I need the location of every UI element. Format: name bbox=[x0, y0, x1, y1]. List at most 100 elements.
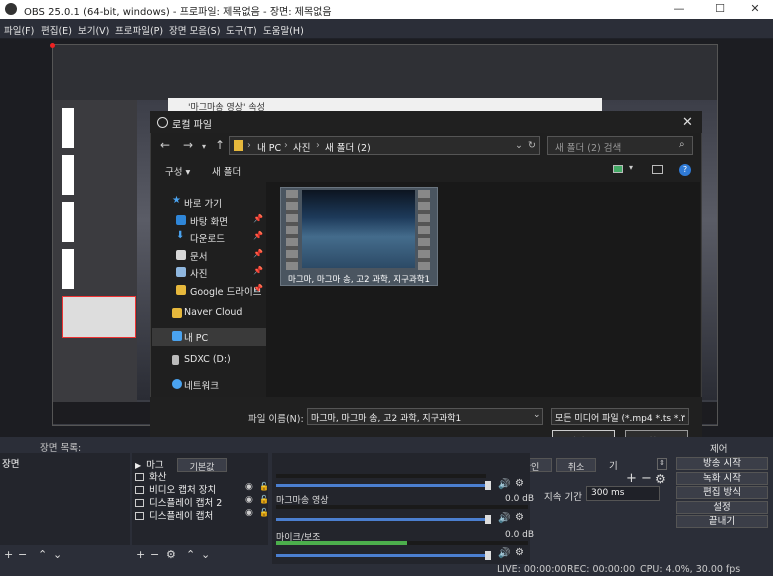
dialog-close-button[interactable]: ✕ bbox=[682, 115, 693, 130]
transition-spinner-icon[interactable]: ⇕ bbox=[657, 458, 667, 470]
menu-file[interactable]: 파일(F) bbox=[4, 23, 34, 37]
duration-input[interactable]: 300 ms bbox=[586, 486, 660, 501]
menu-profile[interactable]: 프로파일(P) bbox=[115, 23, 163, 37]
source-down-icon[interactable]: ⌄ bbox=[201, 548, 210, 561]
mixer-top-meter bbox=[276, 474, 486, 478]
add-scene-icon[interactable]: + bbox=[4, 548, 13, 561]
move-down-icon[interactable]: ⌄ bbox=[53, 548, 62, 561]
window-title: OBS 25.0.1 (64-bit, windows) - 프로파일: 제목없… bbox=[24, 7, 332, 18]
pin-icon[interactable]: 📌 bbox=[253, 231, 263, 240]
nav-quick-access[interactable]: ★ 바로 가기 bbox=[152, 194, 266, 211]
breadcrumb-pictures[interactable]: 사진 bbox=[293, 140, 310, 154]
start-recording-button[interactable]: 녹화 시작 bbox=[676, 472, 768, 485]
preview-pane-icon[interactable] bbox=[652, 165, 663, 174]
nav-google-drive[interactable]: Google 드라이브 📌 bbox=[152, 282, 266, 299]
menu-scene-collection[interactable]: 장면 모음(S) bbox=[169, 23, 220, 37]
nav-this-pc[interactable]: 내 PC bbox=[152, 328, 266, 346]
gear-icon[interactable]: ⚙ bbox=[515, 478, 524, 489]
speaker-icon[interactable]: 🔊 bbox=[498, 513, 510, 524]
scene-item[interactable]: 장면 bbox=[2, 456, 19, 470]
volume-knob[interactable] bbox=[485, 515, 491, 524]
nav-network[interactable]: 네트워크 bbox=[152, 376, 266, 393]
speaker-icon[interactable]: 🔊 bbox=[498, 548, 510, 559]
source-item[interactable]: 비디오 캡처 장치 ◉ 🔓 bbox=[135, 482, 269, 496]
volume-slider[interactable] bbox=[276, 518, 486, 521]
lock-icon[interactable]: 🔓 bbox=[259, 482, 269, 491]
transition-gear-icon[interactable]: ⚙ bbox=[655, 472, 666, 486]
maximize-button[interactable]: ☐ bbox=[705, 2, 735, 17]
recent-chevron-icon[interactable]: ▾ bbox=[202, 142, 206, 151]
source-settings-icon[interactable]: ⚙ bbox=[166, 548, 176, 561]
view-dropdown-icon[interactable]: ▾ bbox=[629, 163, 633, 172]
breadcrumb-this-pc[interactable]: 내 PC bbox=[257, 140, 281, 154]
nav-downloads[interactable]: ⬇ 다운로드 📌 bbox=[152, 229, 266, 246]
remove-transition-icon[interactable]: − bbox=[641, 471, 652, 486]
lock-icon[interactable]: 🔓 bbox=[259, 508, 269, 517]
filetype-dropdown-icon[interactable]: ⌄ bbox=[679, 410, 687, 420]
file-name-label: 마그마, 마그마 송, 고2 과학, 지구과학1 bbox=[288, 275, 430, 285]
add-source-icon[interactable]: + bbox=[136, 548, 145, 561]
nav-pictures[interactable]: 사진 📌 bbox=[152, 264, 266, 281]
folder-icon bbox=[234, 140, 243, 151]
minimize-button[interactable]: — bbox=[664, 2, 694, 17]
remove-source-icon[interactable]: − bbox=[150, 548, 159, 561]
nav-naver-cloud[interactable]: Naver Cloud bbox=[152, 305, 266, 322]
refresh-icon[interactable]: ↻ bbox=[528, 140, 536, 151]
source-item[interactable]: 디스플레이 캡처 2 ◉ 🔓 bbox=[135, 495, 269, 509]
lock-icon[interactable]: 🔓 bbox=[259, 495, 269, 504]
close-button[interactable]: ✕ bbox=[740, 2, 770, 17]
drive-icon bbox=[172, 355, 179, 365]
filetype-select[interactable]: 모든 미디어 파일 (*.mp4 *.ts *.r bbox=[551, 408, 689, 425]
defaults-button[interactable]: 기본값 bbox=[177, 458, 227, 473]
filename-input[interactable]: 마그마, 마그마 송, 고2 과학, 지구과학1 bbox=[307, 408, 543, 425]
volume-slider[interactable] bbox=[276, 554, 486, 557]
view-options-icon[interactable] bbox=[613, 165, 623, 173]
address-dropdown-icon[interactable]: ⌄ bbox=[515, 140, 523, 151]
filename-dropdown-icon[interactable]: ⌄ bbox=[533, 410, 541, 420]
captured-slide-thumb bbox=[62, 249, 74, 289]
eye-icon[interactable]: ◉ bbox=[245, 508, 253, 518]
address-bar[interactable]: › 내 PC › 사진 › 새 폴더 (2) ⌄ ↻ bbox=[229, 136, 540, 155]
volume-slider[interactable] bbox=[276, 484, 486, 487]
studio-mode-button[interactable]: 편집 방식 bbox=[676, 486, 768, 499]
source-item[interactable]: 화산 bbox=[135, 469, 166, 483]
forward-arrow-icon[interactable]: → bbox=[183, 138, 193, 152]
pin-icon[interactable]: 📌 bbox=[253, 249, 263, 258]
eye-icon[interactable]: ◉ bbox=[245, 495, 253, 505]
menu-tools[interactable]: 도구(T) bbox=[226, 23, 257, 37]
volume-knob[interactable] bbox=[485, 551, 491, 560]
start-streaming-button[interactable]: 방송 시작 bbox=[676, 457, 768, 470]
gear-icon[interactable]: ⚙ bbox=[515, 547, 524, 558]
menu-help[interactable]: 도움말(H) bbox=[263, 23, 304, 37]
speaker-icon[interactable]: 🔊 bbox=[498, 479, 510, 490]
nav-documents[interactable]: 문서 📌 bbox=[152, 247, 266, 264]
eye-icon[interactable]: ◉ bbox=[245, 482, 253, 492]
remove-scene-icon[interactable]: − bbox=[18, 548, 27, 561]
menu-edit[interactable]: 편집(E) bbox=[41, 23, 72, 37]
pin-icon[interactable]: 📌 bbox=[253, 284, 263, 293]
scenes-list[interactable] bbox=[0, 453, 130, 545]
gear-icon[interactable]: ⚙ bbox=[515, 512, 524, 523]
source-up-icon[interactable]: ⌃ bbox=[186, 548, 195, 561]
pin-icon[interactable]: 📌 bbox=[253, 214, 263, 223]
help-icon[interactable]: ? bbox=[679, 164, 691, 176]
menu-bar: 파일(F) 편집(E) 보기(V) 프로파일(P) 장면 모음(S) 도구(T)… bbox=[0, 19, 773, 39]
settings-button[interactable]: 설정 bbox=[676, 501, 768, 514]
source-item[interactable]: 디스플레이 캡처 ◉ 🔓 bbox=[135, 508, 269, 522]
exit-button[interactable]: 끝내기 bbox=[676, 515, 768, 528]
new-folder-button[interactable]: 새 폴더 bbox=[212, 164, 241, 178]
nav-sdxc[interactable]: SDXC (D:) bbox=[152, 352, 266, 369]
breadcrumb-new-folder[interactable]: 새 폴더 (2) bbox=[325, 140, 371, 154]
add-transition-icon[interactable]: + bbox=[626, 471, 637, 486]
volume-knob[interactable] bbox=[485, 481, 491, 490]
props-cancel-button[interactable]: 취소 bbox=[556, 458, 596, 473]
organize-button[interactable]: 구성 ▾ bbox=[165, 164, 190, 178]
audio-mixer bbox=[272, 453, 530, 568]
up-arrow-icon[interactable]: ↑ bbox=[215, 138, 225, 152]
pin-icon[interactable]: 📌 bbox=[253, 266, 263, 275]
nav-desktop[interactable]: 바탕 화면 📌 bbox=[152, 212, 266, 229]
move-up-icon[interactable]: ⌃ bbox=[38, 548, 47, 561]
search-field[interactable]: 새 폴더 (2) 검색 ⌕ bbox=[547, 136, 693, 155]
menu-view[interactable]: 보기(V) bbox=[78, 23, 109, 37]
back-arrow-icon[interactable]: ← bbox=[160, 138, 170, 152]
